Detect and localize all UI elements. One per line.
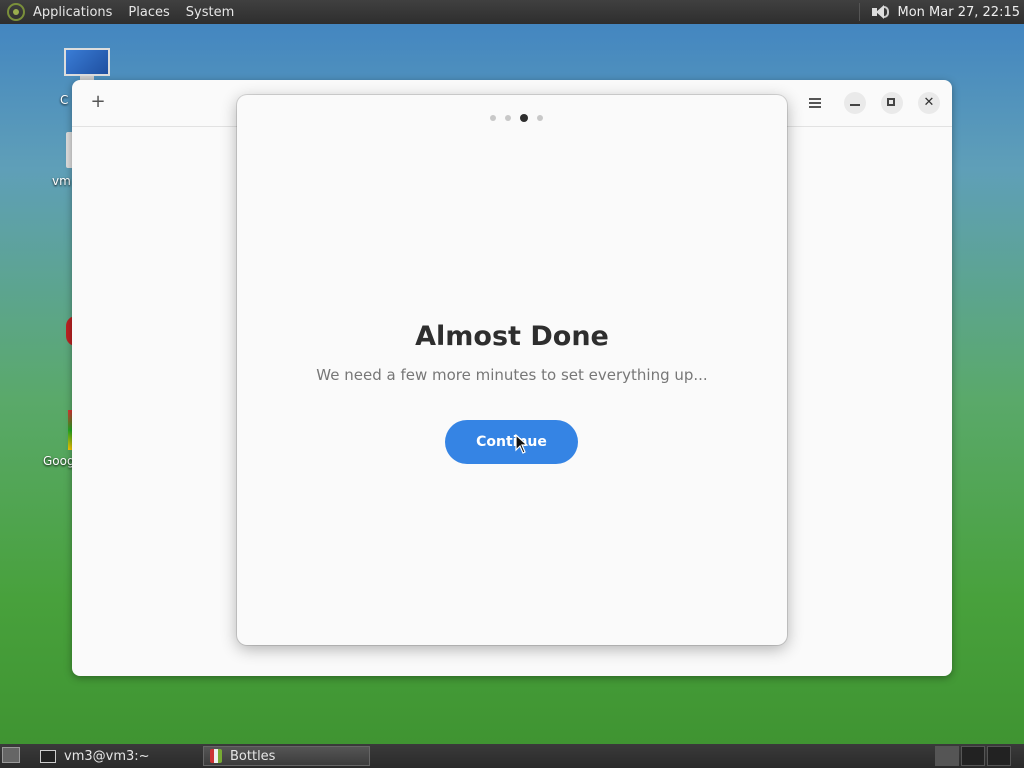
menu-places[interactable]: Places <box>128 5 169 20</box>
onboarding-dialog: Almost Done We need a few more minutes t… <box>237 95 787 645</box>
task-label: vm3@vm3:~ <box>64 748 150 764</box>
desktop-icon-label-vm[interactable]: vm <box>52 174 71 188</box>
distro-logo-icon[interactable] <box>7 3 25 21</box>
workspace-3[interactable] <box>987 746 1011 766</box>
top-panel: Applications Places System Mon Mar 27, 2… <box>0 0 1024 24</box>
page-dot[interactable] <box>490 115 496 121</box>
terminal-icon <box>40 749 56 763</box>
maximize-button[interactable] <box>881 92 903 114</box>
continue-button[interactable]: Continue <box>445 420 578 464</box>
desktop-icon-label-google[interactable]: Goog <box>43 454 75 468</box>
menu-system[interactable]: System <box>186 5 234 20</box>
page-dot[interactable] <box>537 115 543 121</box>
computer-icon[interactable] <box>64 48 110 76</box>
minimize-button[interactable] <box>844 92 866 114</box>
panel-separator <box>858 3 860 21</box>
menu-applications[interactable]: Applications <box>33 5 112 20</box>
page-dot-active[interactable] <box>520 114 528 122</box>
minimize-icon <box>850 104 860 106</box>
add-bottle-button[interactable]: + <box>88 92 108 112</box>
maximize-icon <box>887 98 895 106</box>
workspace-2[interactable] <box>961 746 985 766</box>
page-indicator <box>490 114 552 122</box>
show-desktop-icon[interactable] <box>2 747 20 763</box>
task-label: Bottles <box>230 748 276 764</box>
dialog-title: Almost Done <box>415 321 609 352</box>
dialog-subtitle: We need a few more minutes to set everyt… <box>316 366 708 384</box>
main-menu-button[interactable] <box>804 92 826 114</box>
task-bottles[interactable]: Bottles <box>203 746 370 766</box>
bottom-taskbar: vm3@vm3:~ Bottles <box>0 744 1024 768</box>
volume-icon[interactable] <box>870 3 890 21</box>
panel-clock[interactable]: Mon Mar 27, 22:15 <box>898 5 1020 20</box>
bottles-icon <box>210 749 222 763</box>
page-dot[interactable] <box>505 115 511 121</box>
close-icon: ✕ <box>923 95 935 110</box>
task-terminal[interactable]: vm3@vm3:~ <box>34 746 200 766</box>
close-button[interactable]: ✕ <box>918 92 940 114</box>
mouse-cursor-icon <box>515 434 529 454</box>
workspace-1[interactable] <box>935 746 959 766</box>
desktop-icon-label-computer[interactable]: C <box>60 93 68 107</box>
